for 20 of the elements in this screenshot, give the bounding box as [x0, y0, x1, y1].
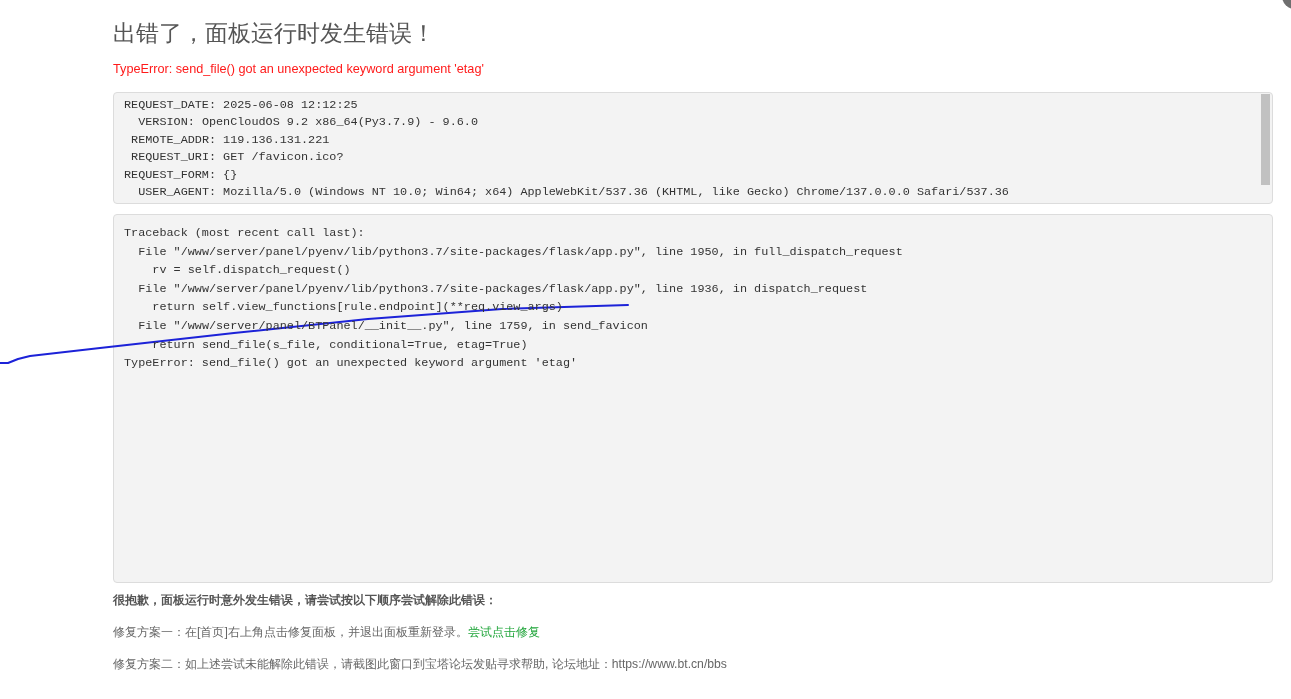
error-message: TypeError: send_file() got an unexpected keyword argument 'etag': [113, 61, 485, 78]
code-line: TypeError: send_file() got an unexpected keyword argument 'etag': [124, 356, 578, 371]
scrollbar-thumb[interactable]: [1261, 94, 1270, 185]
code-line: Traceback (most recent call last):: [124, 226, 365, 240]
error-title: 出错了，面板运行时发生错误！: [113, 19, 436, 48]
help-text: 修复方案一：在[首页]右上角点击修复面板，并退出面板重新登录。尝试点击修复: [113, 624, 541, 641]
code-line: REQUEST_DATE: 2025-06-08 12:12:25: [124, 98, 358, 112]
code-line: rv = self.dispatch_request(): [152, 263, 351, 278]
code-line: return send_file(s_file, conditional=True, etag=True): [152, 337, 528, 352]
code-line: File "/www/server/panel/pyenv/lib/python3.7/site-packages/flask/app.py", line 1950, in full_dispatch_request: [138, 244, 903, 259]
code-line: VERSION: OpenCloudOS 9.2 x86_64(Py3.7.9) - 9.6.0: [138, 115, 478, 130]
code-line: return self.view_functions[rule.endpoint](**req.view_args): [152, 300, 563, 315]
code-line: REQUEST_URI: GET /favicon.ico?: [131, 150, 344, 165]
code-line: REQUEST_FORM: {}: [124, 167, 238, 182]
code-line: USER_AGENT: Mozilla/5.0 (Windows NT 10.0; Win64; x64) AppleWebKit/537.36 (KHTML, like Gecko) Chrome/137.0.0.0 Safari/537.36: [138, 185, 1009, 200]
code-line: REMOTE_ADDR: 119.136.131.221: [131, 132, 330, 147]
code-line: File "/www/server/panel/pyenv/lib/python3.7/site-packages/flask/app.py", line 1936, in dispatch_request: [138, 281, 868, 296]
repair-link[interactable]: 尝试点击修复: [467, 625, 540, 639]
help-text: 修复方案二：如上述尝试未能解除此错误，请截图此窗口到宝塔论坛发贴寻求帮助, 论坛地址：https://www.bt.cn/bbs: [113, 656, 728, 673]
help-heading: 很抱歉，面板运行时意外发生错误，请尝试按以下顺序尝试解除此错误：: [113, 592, 498, 609]
